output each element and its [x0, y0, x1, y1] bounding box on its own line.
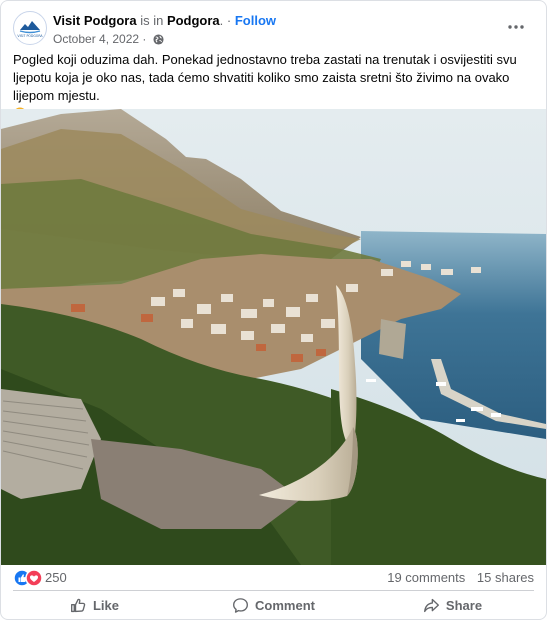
avatar-logo-text: VISIT PODGORA — [17, 34, 43, 38]
place-link[interactable]: Podgora — [167, 13, 220, 28]
date-separator: · — [142, 32, 147, 46]
love-reaction-icon — [25, 569, 43, 587]
is-in-text: is in — [140, 13, 164, 28]
engagement-stats: 19 comments 15 shares — [379, 570, 534, 585]
globe-icon[interactable] — [153, 33, 164, 49]
podgora-aerial-photo — [1, 109, 546, 565]
post-card: VISIT PODGORA Visit Podgora is in Podgor… — [0, 0, 547, 620]
reaction-count[interactable]: 250 — [45, 570, 67, 585]
like-button[interactable]: Like — [5, 592, 184, 618]
post-header: VISIT PODGORA Visit Podgora is in Podgor… — [13, 11, 534, 51]
post-meta: Visit Podgora is in Podgora. · Follow Oc… — [53, 12, 276, 49]
page-name-link[interactable]: Visit Podgora — [53, 13, 137, 28]
post-actions: Like Comment Share — [5, 592, 542, 618]
actions-divider — [13, 590, 534, 591]
post-title-line: Visit Podgora is in Podgora. · Follow — [53, 12, 276, 29]
comment-icon — [233, 597, 248, 613]
reaction-icons[interactable] — [13, 569, 43, 587]
thumbs-up-icon — [71, 598, 86, 612]
title-separator: . · — [219, 13, 232, 28]
post-date[interactable]: October 4, 2022 — [53, 32, 139, 46]
post-subline: October 4, 2022 · — [53, 31, 276, 49]
comment-button[interactable]: Comment — [184, 592, 363, 618]
caption-text: Pogled koji oduzima dah. Ponekad jednost… — [13, 52, 517, 103]
more-options-icon[interactable] — [504, 15, 528, 39]
follow-button[interactable]: Follow — [235, 13, 276, 28]
comments-count[interactable]: 19 comments — [387, 570, 465, 585]
reactions-bar: 250 19 comments 15 shares — [13, 569, 534, 587]
share-label: Share — [445, 597, 483, 613]
visit-podgora-logo: VISIT PODGORA — [15, 13, 45, 43]
post-photo[interactable] — [1, 109, 546, 565]
comment-label: Comment — [255, 597, 315, 613]
like-label: Like — [92, 597, 119, 613]
share-button[interactable]: Share — [363, 592, 542, 618]
shares-count[interactable]: 15 shares — [477, 570, 534, 585]
page-avatar[interactable]: VISIT PODGORA — [13, 11, 47, 45]
share-icon — [423, 598, 439, 612]
